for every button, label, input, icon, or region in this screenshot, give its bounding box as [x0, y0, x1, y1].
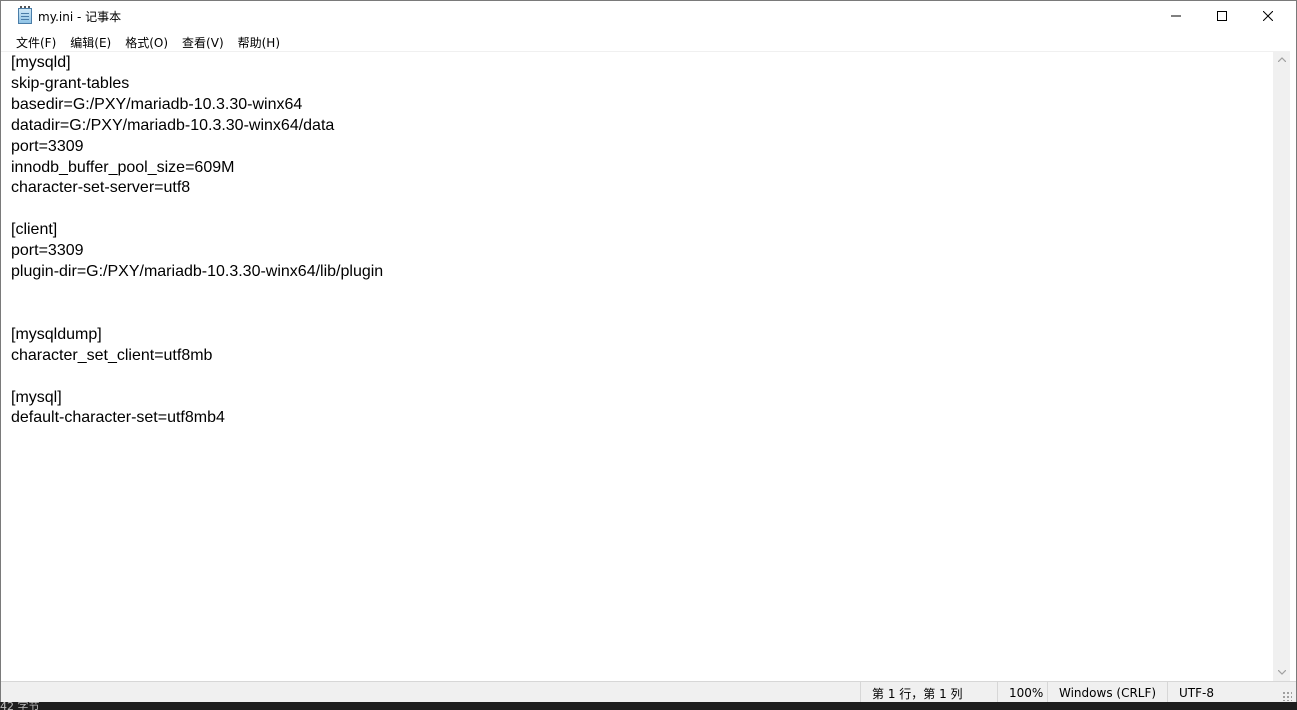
minimize-icon [1171, 15, 1181, 17]
menu-file[interactable]: 文件(F) [9, 31, 63, 51]
status-bar: 第 1 行，第 1 列 100% Windows (CRLF) UTF-8 [1, 681, 1296, 704]
zoom-level: 100% [997, 682, 1047, 704]
scroll-up-button[interactable] [1273, 51, 1290, 68]
title-bar[interactable]: my.ini - 记事本 [1, 1, 1296, 31]
cursor-position: 第 1 行，第 1 列 [860, 682, 998, 704]
menu-format[interactable]: 格式(O) [118, 31, 175, 51]
scroll-down-button[interactable] [1273, 664, 1290, 681]
notepad-window: my.ini - 记事本 文件(F) 编辑(E) 格式(O) 查看(V) 帮助(… [0, 0, 1297, 708]
text-encoding: UTF-8 [1167, 682, 1277, 704]
editor-content[interactable]: [mysqld] skip-grant-tables basedir=G:/PX… [1, 52, 1273, 429]
text-editor[interactable]: [mysqld] skip-grant-tables basedir=G:/PX… [1, 51, 1273, 682]
vertical-scrollbar[interactable] [1273, 51, 1290, 681]
menu-bar: 文件(F) 编辑(E) 格式(O) 查看(V) 帮助(H) [1, 31, 1296, 51]
maximize-button[interactable] [1199, 1, 1245, 31]
taskbar-partial-text: 42 字节 [0, 702, 40, 710]
resize-grip-icon[interactable] [1282, 691, 1292, 701]
minimize-button[interactable] [1153, 1, 1199, 31]
close-icon [1263, 11, 1273, 21]
notepad-icon[interactable] [18, 6, 32, 24]
scroll-down-arrow-icon [1277, 670, 1286, 675]
menu-view[interactable]: 查看(V) [175, 31, 231, 51]
maximize-icon [1217, 11, 1227, 21]
menu-edit[interactable]: 编辑(E) [63, 31, 118, 51]
line-ending: Windows (CRLF) [1047, 682, 1167, 704]
taskbar-strip: 42 字节 [0, 702, 1297, 710]
window-title: my.ini - 记事本 [38, 10, 122, 24]
scroll-up-arrow-icon [1277, 57, 1286, 62]
menu-help[interactable]: 帮助(H) [231, 31, 287, 51]
close-button[interactable] [1245, 1, 1291, 31]
